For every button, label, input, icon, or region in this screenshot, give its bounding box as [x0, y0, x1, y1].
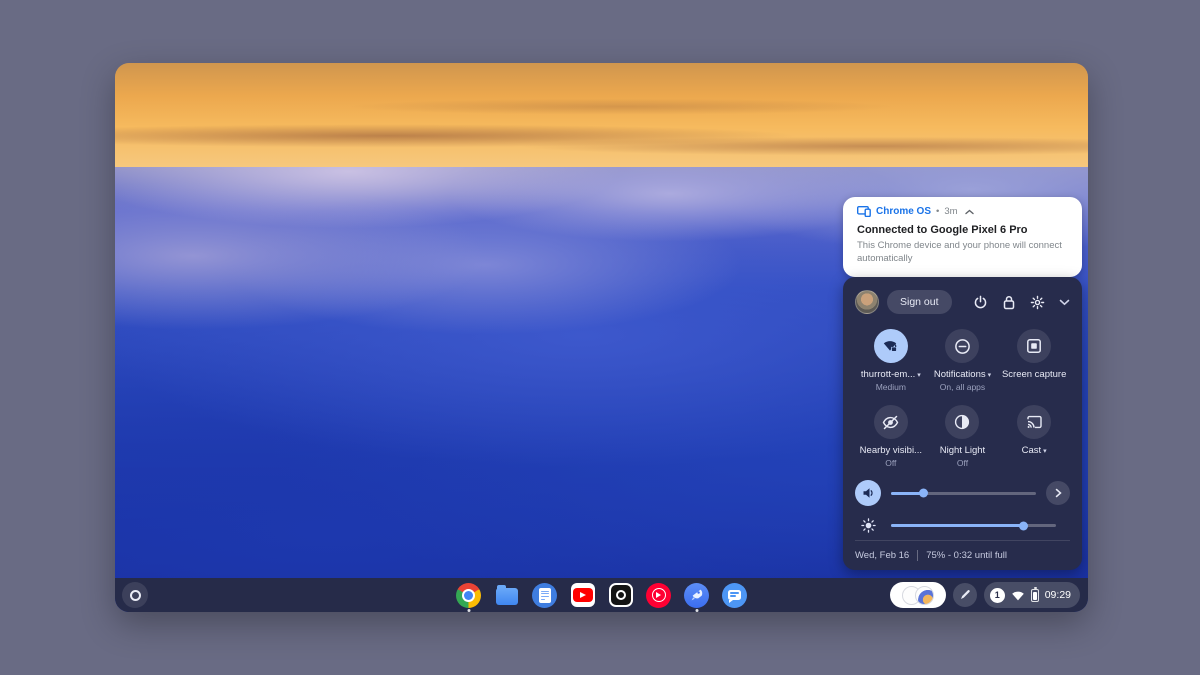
- user-avatar[interactable]: [855, 290, 879, 314]
- tile-notifications[interactable]: Notifications ▾ On, all apps: [927, 329, 999, 392]
- youtube-music-icon: [646, 582, 671, 608]
- sign-out-button[interactable]: Sign out: [887, 290, 952, 314]
- visibility-off-icon: [873, 405, 908, 439]
- notification-card[interactable]: Chrome OS • 3m Connected to Google Pixel…: [843, 197, 1082, 277]
- volume-slider-fill: [891, 491, 923, 495]
- tile-network-label: thurrott-em...: [860, 369, 916, 380]
- app-youtube[interactable]: [570, 582, 596, 608]
- tile-cast-label: Cast: [1021, 445, 1042, 456]
- notification-timestamp: 3m: [944, 206, 958, 217]
- app-messages[interactable]: [722, 582, 748, 608]
- launcher-button[interactable]: [122, 582, 148, 608]
- night-light-icon: [945, 405, 980, 439]
- tile-screen-capture[interactable]: Screen capture: [998, 329, 1070, 392]
- tile-notifications-label: Notifications: [933, 369, 986, 380]
- status-area-button[interactable]: 1 09:29: [983, 582, 1080, 608]
- running-indicator: [695, 609, 698, 612]
- app-camera[interactable]: [608, 582, 634, 608]
- brightness-slider[interactable]: [891, 524, 1056, 527]
- youtube-icon: [570, 583, 595, 607]
- shelf: 1 09:29: [115, 578, 1088, 612]
- settings-gear-icon[interactable]: [1030, 295, 1045, 310]
- screen-capture-icon: [1017, 329, 1052, 363]
- chromeos-screen: Chrome OS • 3m Connected to Google Pixel…: [115, 63, 1088, 612]
- caret-down-icon: ▾: [1043, 447, 1047, 455]
- panel-battery-status: 75% - 0:32 until full: [926, 550, 1008, 561]
- tote-holding-space[interactable]: [889, 582, 946, 608]
- app-docs[interactable]: [532, 582, 558, 608]
- notification-app-name: Chrome OS: [876, 206, 932, 217]
- audio-settings-chevron-right-icon[interactable]: [1046, 481, 1070, 505]
- panel-date: Wed, Feb 16: [855, 550, 910, 561]
- chromeos-laptop-phone-icon: [857, 206, 871, 217]
- files-folder-icon: [495, 584, 518, 605]
- shelf-apps: [456, 578, 748, 612]
- battery-icon: [1030, 586, 1039, 602]
- app-youtube-music[interactable]: [646, 582, 672, 608]
- tile-nearby-label: Nearby visibi...: [859, 445, 922, 456]
- caret-down-icon: ▾: [917, 371, 921, 379]
- wifi-icon: [1011, 591, 1024, 600]
- volume-icon[interactable]: [855, 480, 881, 506]
- caret-down-icon: ▾: [987, 371, 992, 379]
- clock: 09:29: [1044, 589, 1071, 601]
- tile-nearby-visibility[interactable]: Nearby visibi... Off: [855, 405, 927, 468]
- app-chrome[interactable]: [456, 582, 482, 612]
- stylus-pen-icon: [960, 590, 970, 599]
- notification-count-badge: 1: [989, 587, 1005, 603]
- tile-screen-capture-label: Screen capture: [1001, 369, 1067, 380]
- footer-divider: [917, 550, 919, 561]
- app-files[interactable]: [494, 582, 520, 608]
- cast-icon: [1017, 405, 1052, 439]
- wifi-lock-icon: [873, 329, 908, 363]
- app-explore[interactable]: [684, 582, 710, 612]
- system-tray: 1 09:29: [889, 582, 1080, 608]
- volume-slider[interactable]: [891, 491, 1036, 495]
- tote-thumbnail: [914, 585, 934, 605]
- camera-icon: [608, 583, 633, 607]
- tile-night-light[interactable]: Night Light Off: [927, 405, 999, 468]
- chevron-up-icon[interactable]: [964, 209, 974, 215]
- tile-nearby-sublabel: Off: [885, 458, 897, 468]
- brightness-slider-fill: [891, 524, 1023, 527]
- docs-icon: [532, 582, 557, 608]
- quick-settings-panel: Sign out thurrott-em... ▾ Medium Notific…: [843, 277, 1082, 570]
- running-indicator: [467, 609, 470, 612]
- notification-body: This Chrome device and your phone will c…: [857, 240, 1062, 265]
- wallpaper-sky: [115, 63, 1088, 167]
- do-not-disturb-icon: [945, 329, 980, 363]
- messages-icon: [722, 582, 747, 608]
- chevron-down-icon[interactable]: [1059, 299, 1070, 306]
- tile-notifications-sublabel: On, all apps: [939, 382, 986, 392]
- brightness-icon: [855, 518, 881, 533]
- tile-night-light-sublabel: Off: [956, 458, 969, 468]
- notification-title: Connected to Google Pixel 6 Pro: [857, 224, 1028, 236]
- launcher-circle-icon: [129, 589, 141, 601]
- lock-icon[interactable]: [1002, 295, 1016, 310]
- tile-night-light-label: Night Light: [939, 445, 986, 456]
- explore-rocket-icon: [684, 582, 709, 608]
- tile-network[interactable]: thurrott-em... ▾ Medium: [855, 329, 927, 392]
- tile-cast[interactable]: Cast ▾: [998, 405, 1070, 468]
- tile-network-sublabel: Medium: [875, 382, 906, 392]
- chrome-icon: [456, 582, 481, 608]
- power-button[interactable]: [973, 295, 988, 310]
- stylus-tools-button[interactable]: [952, 583, 977, 607]
- notification-dot: •: [936, 206, 940, 217]
